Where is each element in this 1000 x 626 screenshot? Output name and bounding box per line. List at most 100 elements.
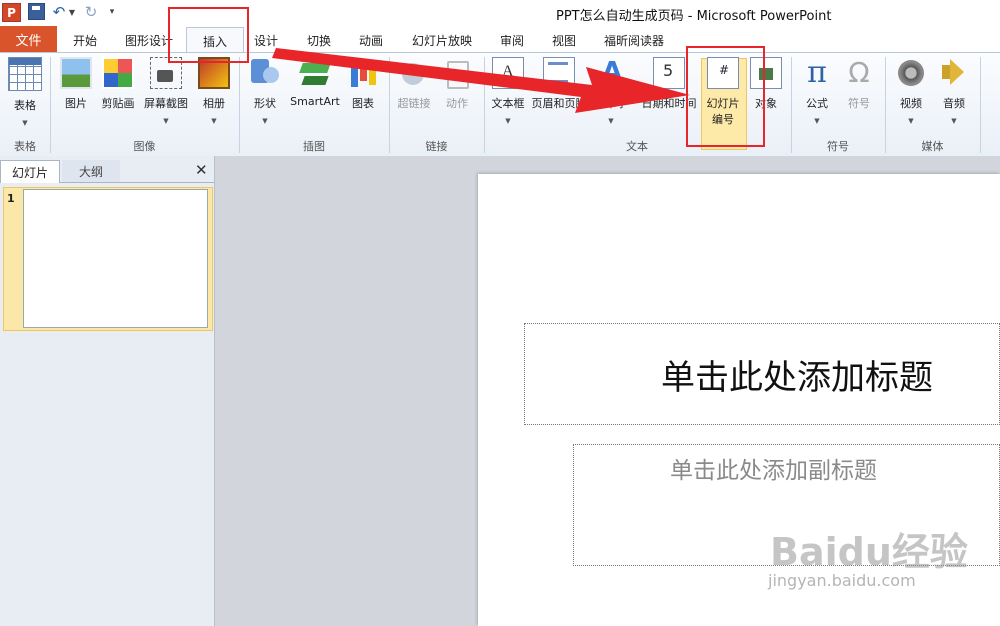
group-label-links: 链接 — [425, 140, 448, 153]
audio-button-label: 音频 — [943, 97, 965, 110]
undo-dropdown-icon[interactable]: ▼ — [68, 3, 76, 21]
window-title: PPT怎么自动生成页码 - Microsoft PowerPoint — [556, 9, 832, 24]
dropdown-caret-icon: ▼ — [211, 117, 217, 125]
close-icon[interactable]: ✕ — [195, 161, 208, 179]
dropdown-caret-icon: ▼ — [814, 117, 820, 125]
action-button[interactable]: 动作 — [440, 57, 474, 111]
undo-icon[interactable]: ↶ — [52, 3, 66, 21]
textbox-button[interactable]: 文本框 ▼ — [488, 57, 528, 125]
wordart-button[interactable]: 艺术字 ▼ — [588, 57, 634, 125]
header-footer-button-label: 页眉和页脚 — [531, 97, 587, 110]
calendar-clock-icon — [653, 57, 685, 89]
clipart-button-label: 剪贴画 — [101, 97, 135, 110]
textbox-icon — [492, 57, 524, 89]
group-label-images: 图像 — [133, 140, 156, 153]
symbol-button[interactable]: Ω 符号 — [840, 57, 878, 111]
tab-outline[interactable]: 大纲 — [62, 160, 120, 182]
dropdown-caret-icon: ▼ — [22, 119, 28, 127]
powerpoint-logo-icon[interactable]: P — [2, 3, 21, 22]
tab-foxit-reader[interactable]: 福昕阅读器 — [604, 32, 664, 49]
table-icon — [8, 57, 42, 91]
ribbon: 表格 ▼ 表格 图片 剪贴画 屏幕截图 ▼ 相册 ▼ 图像 形状 ▼ Smart… — [0, 52, 1000, 157]
smartart-icon — [299, 57, 331, 89]
table-button-label: 表格 — [14, 99, 36, 112]
smartart-button[interactable]: SmartArt — [287, 57, 343, 108]
shapes-button[interactable]: 形状 ▼ — [246, 57, 284, 125]
chart-button-label: 图表 — [352, 97, 374, 110]
screenshot-button[interactable]: 屏幕截图 ▼ — [140, 57, 192, 125]
dropdown-caret-icon: ▼ — [262, 117, 268, 125]
equation-button-label: 公式 — [806, 97, 828, 110]
slide-thumbnail[interactable] — [23, 189, 208, 328]
wordart-icon — [595, 57, 627, 89]
tab-graphic-design[interactable]: 图形设计 — [125, 32, 173, 49]
tab-review[interactable]: 审阅 — [500, 32, 524, 49]
omega-icon: Ω — [848, 56, 870, 89]
slide-thumbnail-number: 1 — [7, 192, 15, 205]
picture-button[interactable]: 图片 — [58, 57, 94, 111]
hyperlink-icon — [398, 57, 430, 89]
tab-home[interactable]: 开始 — [73, 32, 97, 49]
save-icon[interactable] — [28, 3, 45, 20]
hyperlink-button-label: 超链接 — [397, 97, 431, 110]
ribbon-tabs: 文件 开始 图形设计 插入 设计 切换 动画 幻灯片放映 审阅 视图 福昕阅读器 — [0, 25, 1000, 54]
table-button[interactable]: 表格 ▼ — [6, 57, 44, 127]
chart-button[interactable]: 图表 — [345, 57, 381, 111]
video-button[interactable]: 视频 ▼ — [892, 57, 930, 125]
title-placeholder[interactable]: 单击此处添加标题 — [524, 323, 1000, 425]
tab-slides[interactable]: 幻灯片 — [0, 160, 60, 183]
tab-file[interactable]: 文件 — [0, 26, 57, 52]
shapes-button-label: 形状 — [254, 97, 276, 110]
wordart-button-label: 艺术字 — [594, 97, 628, 110]
header-footer-icon — [543, 57, 575, 89]
watermark-url: jingyan.baidu.com — [768, 571, 916, 590]
subtitle-placeholder-text: 单击此处添加副标题 — [670, 458, 877, 484]
slide-number-highlight-box — [686, 46, 765, 147]
tab-transitions[interactable]: 切换 — [307, 32, 331, 49]
dropdown-caret-icon: ▼ — [505, 117, 511, 125]
tab-slideshow[interactable]: 幻灯片放映 — [412, 32, 472, 49]
group-label-media: 媒体 — [921, 140, 944, 153]
pane-tabs: 幻灯片 大纲 ✕ — [0, 160, 214, 183]
film-reel-icon — [895, 57, 927, 89]
picture-button-label: 图片 — [65, 97, 87, 110]
photo-album-button[interactable]: 相册 ▼ — [196, 57, 232, 125]
baidu-watermark: Baidu经验 jingyan.baidu.com — [752, 519, 998, 609]
audio-button[interactable]: 音频 ▼ — [936, 57, 972, 125]
hyperlink-button[interactable]: 超链接 — [394, 57, 434, 111]
tab-animations[interactable]: 动画 — [359, 32, 383, 49]
title-bar: P ↶ ▼ ↻ ▾ PPT怎么自动生成页码 - Microsoft PowerP… — [0, 0, 1000, 25]
redo-icon[interactable]: ↻ — [84, 3, 98, 21]
clipart-button[interactable]: 剪贴画 — [97, 57, 139, 111]
shapes-icon — [249, 57, 281, 89]
customize-toolbar-icon[interactable]: ▾ — [108, 3, 116, 21]
video-button-label: 视频 — [900, 97, 922, 110]
dropdown-caret-icon: ▼ — [608, 117, 614, 125]
title-placeholder-text: 单击此处添加标题 — [661, 357, 933, 398]
group-label-symbols: 符号 — [827, 140, 849, 153]
slides-pane: 幻灯片 大纲 ✕ 1 — [0, 156, 215, 626]
smartart-button-label: SmartArt — [290, 95, 340, 108]
symbol-button-label: 符号 — [848, 97, 870, 110]
action-button-label: 动作 — [446, 97, 468, 110]
header-footer-button[interactable]: 页眉和页脚 — [530, 57, 588, 111]
baidu-logo: Baidu经验 — [770, 530, 968, 574]
chart-icon — [347, 57, 379, 89]
group-label-illustrations: 插图 — [303, 140, 325, 153]
textbox-button-label: 文本框 — [491, 97, 525, 110]
photo-album-button-label: 相册 — [203, 97, 225, 110]
tab-view[interactable]: 视图 — [552, 32, 576, 49]
dropdown-caret-icon: ▼ — [163, 117, 169, 125]
clipart-icon — [102, 57, 134, 89]
dropdown-caret-icon: ▼ — [951, 117, 957, 125]
speaker-icon — [938, 57, 970, 89]
pi-icon: π — [807, 55, 827, 90]
picture-icon — [60, 57, 92, 89]
tab-design[interactable]: 设计 — [254, 32, 278, 49]
group-divider — [980, 57, 981, 153]
action-icon — [441, 57, 473, 89]
screenshot-button-label: 屏幕截图 — [144, 97, 188, 110]
insert-tab-highlight-box — [168, 7, 249, 63]
equation-button[interactable]: π 公式 ▼ — [798, 55, 836, 126]
dropdown-caret-icon: ▼ — [908, 117, 914, 125]
